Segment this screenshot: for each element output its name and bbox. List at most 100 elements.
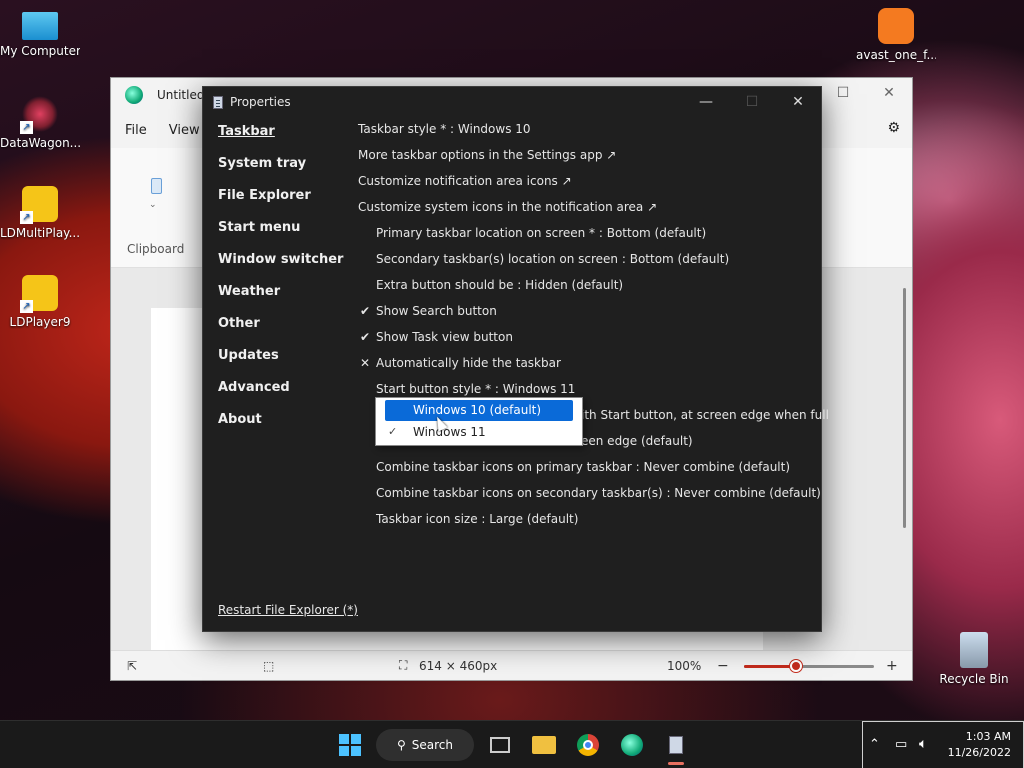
nav-window-switcher[interactable]: Window switcher xyxy=(218,249,348,281)
setting-row[interactable]: Extra button should be : Hidden (default… xyxy=(358,277,818,303)
desktop-icon-ldplayer9[interactable]: ↗ LDPlayer9 xyxy=(0,275,80,329)
paint-statusbar: ⇱ ⬚ ⛶ 614 × 460px 100% − + xyxy=(111,650,912,680)
menu-view[interactable]: View xyxy=(169,123,200,138)
ldmultiplayer-icon: ↗ xyxy=(20,186,58,224)
zoom-slider-thumb[interactable] xyxy=(790,660,802,672)
close-icon[interactable]: ✕ xyxy=(775,87,821,117)
checkmark-icon: ✔ xyxy=(359,330,371,344)
datawagon-icon: ↗ xyxy=(20,96,58,134)
pointer-icon: ⇱ xyxy=(127,658,138,673)
search-icon: ⚲ xyxy=(396,738,406,752)
ldplayer-icon: ↗ xyxy=(20,275,58,313)
chrome-taskbar-button[interactable] xyxy=(574,729,602,761)
zoom-slider-fill xyxy=(744,665,796,668)
nav-file-explorer[interactable]: File Explorer xyxy=(218,185,348,217)
properties-taskbar-button[interactable] xyxy=(662,729,690,765)
file-explorer-taskbar-button[interactable] xyxy=(530,729,558,761)
nav-system-tray[interactable]: System tray xyxy=(218,153,348,185)
chevron-up-icon[interactable]: ⌃ xyxy=(869,737,880,752)
nav-advanced[interactable]: Advanced xyxy=(218,377,348,409)
setting-label: een edge (default) xyxy=(581,434,693,448)
nav-start-menu[interactable]: Start menu xyxy=(218,217,348,249)
network-icon[interactable]: ▭ xyxy=(895,737,907,752)
minimize-icon[interactable]: — xyxy=(683,87,729,117)
nav-other[interactable]: Other xyxy=(218,313,348,345)
desktop-icon-recycle-bin[interactable]: Recycle Bin xyxy=(934,632,1014,686)
zoom-out-icon[interactable]: − xyxy=(717,658,729,674)
folder-icon xyxy=(532,736,556,754)
dropdown-option-windows-11[interactable]: ✓ Windows 11 xyxy=(376,421,582,443)
chevron-down-icon[interactable]: ⌄ xyxy=(149,200,157,210)
nav-weather[interactable]: Weather xyxy=(218,281,348,313)
properties-title: Properties xyxy=(230,95,291,109)
task-view-icon xyxy=(490,737,510,753)
dropdown-option-windows-10[interactable]: Windows 10 (default) xyxy=(385,400,573,421)
desktop-icon-datawagon[interactable]: ↗ DataWagon... xyxy=(0,96,80,150)
setting-row[interactable]: Taskbar icon size : Large (default) xyxy=(358,511,818,537)
setting-row[interactable]: Customize notification area icons ↗ xyxy=(358,173,818,199)
zoom-slider[interactable] xyxy=(744,660,874,672)
clipboard-icon[interactable] xyxy=(151,178,162,194)
taskbar-clock[interactable]: 1:03 AM 11/26/2022 xyxy=(948,729,1011,761)
nav-taskbar[interactable]: Taskbar xyxy=(218,121,348,153)
canvas-size: 614 × 460px xyxy=(419,658,498,673)
checkmark-icon: ✔ xyxy=(359,304,371,318)
restart-file-explorer-link[interactable]: Restart File Explorer (*) xyxy=(218,603,358,617)
setting-label: Combine taskbar icons on primary taskbar… xyxy=(376,460,791,474)
checkmark-icon: ✓ xyxy=(388,425,398,438)
maximize-icon: ☐ xyxy=(745,94,759,110)
setting-label: Customize system icons in the notificati… xyxy=(358,200,658,214)
setting-row[interactable]: ✔ Show Task view button xyxy=(358,329,818,355)
setting-label: ith Start button, at screen edge when fu… xyxy=(581,408,829,422)
cross-icon: ✕ xyxy=(359,356,371,370)
nav-updates[interactable]: Updates xyxy=(218,345,348,377)
desktop-icon-avast[interactable]: avast_one_f... xyxy=(856,8,936,62)
taskbar-search-button[interactable]: ⚲ Search xyxy=(376,729,474,761)
setting-row[interactable]: Primary taskbar location on screen * : B… xyxy=(358,225,818,251)
shortcut-arrow-icon: ↗ xyxy=(20,300,33,313)
desktop-icon-my-computer[interactable]: My Computer xyxy=(0,8,80,58)
nav-about[interactable]: About xyxy=(218,409,348,441)
setting-row[interactable]: ✕ Automatically hide the taskbar xyxy=(358,355,818,381)
paint-taskbar-button[interactable] xyxy=(618,729,646,761)
setting-row[interactable]: More taskbar options in the Settings app… xyxy=(358,147,818,173)
setting-label: Taskbar style * : Windows 10 xyxy=(358,122,531,136)
paint-settings-icon[interactable]: ⚙ xyxy=(887,120,900,136)
setting-label: Primary taskbar location on screen * : B… xyxy=(376,226,707,240)
start-button-style-dropdown[interactable]: Windows 10 (default) ✓ Windows 11 xyxy=(375,397,583,446)
setting-row[interactable]: ✔ Show Search button xyxy=(358,303,818,329)
menu-file[interactable]: File xyxy=(125,123,147,138)
paint-app-icon xyxy=(125,86,143,104)
recycle-bin-icon xyxy=(960,632,988,668)
properties-nav: Taskbar System tray File Explorer Start … xyxy=(218,121,348,441)
vertical-scrollbar[interactable] xyxy=(903,288,906,528)
setting-row[interactable]: Secondary taskbar(s) location on screen … xyxy=(358,251,818,277)
canvas-size-icon: ⛶ xyxy=(399,658,408,672)
selection-icon: ⬚ xyxy=(263,658,275,673)
setting-label: Customize notification area icons ↗ xyxy=(358,174,572,188)
maximize-icon[interactable]: ☐ xyxy=(820,78,866,108)
start-button[interactable] xyxy=(336,729,364,761)
ribbon-group-clipboard: Clipboard xyxy=(127,242,185,256)
setting-row[interactable]: Combine taskbar icons on primary taskbar… xyxy=(358,459,818,485)
desktop-icon-ldmultiplayer[interactable]: ↗ LDMultiPlay... xyxy=(0,186,80,240)
avast-icon xyxy=(878,8,914,44)
close-icon[interactable]: ✕ xyxy=(866,78,912,108)
setting-row[interactable]: Taskbar style * : Windows 10 xyxy=(358,121,818,147)
chrome-icon xyxy=(577,734,599,756)
system-tray: ⌃ ▭ 🔈︎ 1:03 AM 11/26/2022 xyxy=(862,721,1024,768)
paint-title: Untitled xyxy=(157,88,205,102)
properties-window-controls: — ☐ ✕ xyxy=(683,87,821,117)
setting-row[interactable]: Customize system icons in the notificati… xyxy=(358,199,818,225)
setting-label: Automatically hide the taskbar xyxy=(376,356,561,370)
setting-label: Start button style * : Windows 11 xyxy=(376,382,576,396)
task-view-button[interactable] xyxy=(486,729,514,761)
zoom-in-icon[interactable]: + xyxy=(886,658,898,674)
properties-dialog[interactable]: Properties — ☐ ✕ Taskbar System tray Fil… xyxy=(202,86,829,632)
volume-icon[interactable]: 🔈︎ xyxy=(919,736,927,752)
settings-list: Taskbar style * : Windows 10 More taskbar… xyxy=(358,121,829,537)
setting-label: Show Search button xyxy=(376,304,497,318)
paint-app-icon xyxy=(621,734,643,756)
setting-row[interactable]: Combine taskbar icons on secondary taskb… xyxy=(358,485,821,511)
properties-app-icon xyxy=(213,95,223,109)
